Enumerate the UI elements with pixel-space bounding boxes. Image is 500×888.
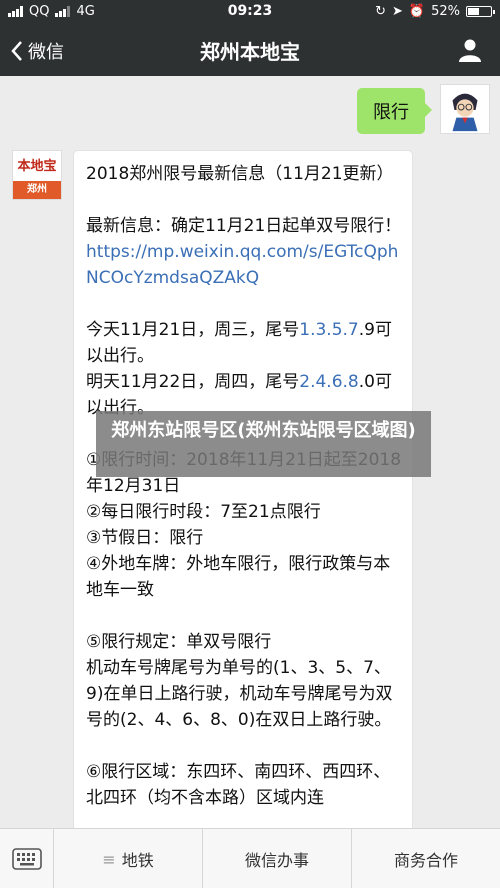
bottom-menu-bar: ≡ 地铁 微信办事 商务合作 xyxy=(0,828,500,888)
overlay-caption: 郑州东站限号区(郑州东站限号区域图) xyxy=(96,411,431,477)
bot-logo-city: 郑州 xyxy=(13,181,61,199)
battery-fill xyxy=(468,8,480,15)
menu-item-wechat-services[interactable]: 微信办事 xyxy=(203,829,352,888)
sent-message-bubble[interactable]: 限行 xyxy=(357,88,432,134)
rule-5a: ⑤限行规定：单双号限行 xyxy=(86,632,272,652)
rule-2: ②每日限行时段：7至21点限行 xyxy=(86,502,321,522)
status-right: ↻ ➤ ⏰ 52% xyxy=(375,4,495,19)
alarm-icon: ⏰ xyxy=(408,4,426,19)
reply-title: 2018郑州限号最新信息（11月21更新） xyxy=(86,164,394,184)
rule-4: ④外地车牌：外地车限行，限行政策与本地车一致 xyxy=(86,554,391,600)
profile-icon[interactable] xyxy=(458,38,482,62)
reply-today: 今天11月21日，周三，尾号1.3.5.7.9可以出行。 xyxy=(86,317,404,369)
keyboard-toggle-button[interactable] xyxy=(0,829,54,888)
user-avatar[interactable] xyxy=(440,84,490,134)
reply-message-bubble[interactable]: 2018郑州限号最新信息（11月21更新） 最新信息：确定11月21日起单双号限… xyxy=(73,150,413,850)
user-avatar-image xyxy=(452,93,478,132)
nav-bar: 微信 郑州本地宝 xyxy=(0,24,500,76)
sent-message-text: 限行 xyxy=(373,102,409,123)
menu-list-icon: ≡ xyxy=(102,849,116,869)
menu-item-label: 微信办事 xyxy=(244,851,309,870)
bot-avatar[interactable]: 本地宝 郑州 xyxy=(12,150,62,200)
battery-percent: 52% xyxy=(431,4,460,19)
battery-icon xyxy=(466,6,495,17)
reply-message-body: 2018郑州限号最新信息（11月21更新） 最新信息：确定11月21日起单双号限… xyxy=(86,161,404,811)
menu-item-metro[interactable]: ≡ 地铁 xyxy=(54,829,203,888)
top-bar: QQ 4G 09:23 ↻ ➤ ⏰ 52% 微信 郑州本地宝 xyxy=(0,0,500,76)
article-link[interactable]: https://mp.weixin.qq.com/s/EGTcQphNCOcYz… xyxy=(86,242,398,288)
menu-item-business[interactable]: 商务合作 xyxy=(352,829,500,888)
bot-logo-text: 本地宝 xyxy=(17,159,57,174)
rule-5b: 机动车号牌尾号为单号的(1、3、5、7、9)在单日上路行驶，机动车号牌尾号为双号… xyxy=(86,658,393,730)
tomorrow-numbers: 2.4.6.8 xyxy=(299,372,359,392)
reply-line1: 最新信息：确定11月21日起单双号限行！ xyxy=(86,216,402,236)
page-title: 郑州本地宝 xyxy=(200,40,300,64)
menu-item-label: 商务合作 xyxy=(393,851,458,870)
keyboard-icon xyxy=(11,848,42,870)
location-icon: ➤ xyxy=(392,4,403,19)
rule-6: ⑥限行区域：东四环、南四环、西四环、北四环（均不含本路）区域内连 xyxy=(86,762,391,808)
rule-3: ③节假日：限行 xyxy=(86,528,204,548)
today-numbers: 1.3.5.7 xyxy=(299,320,359,340)
today-prefix: 今天11月21日，周三，尾号 xyxy=(86,320,300,340)
tomorrow-prefix: 明天11月22日，周四，尾号 xyxy=(86,372,300,392)
status-bar: QQ 4G 09:23 ↻ ➤ ⏰ 52% xyxy=(0,0,500,24)
menu-item-label: 地铁 xyxy=(121,851,154,870)
rotation-lock-icon: ↻ xyxy=(375,4,386,19)
